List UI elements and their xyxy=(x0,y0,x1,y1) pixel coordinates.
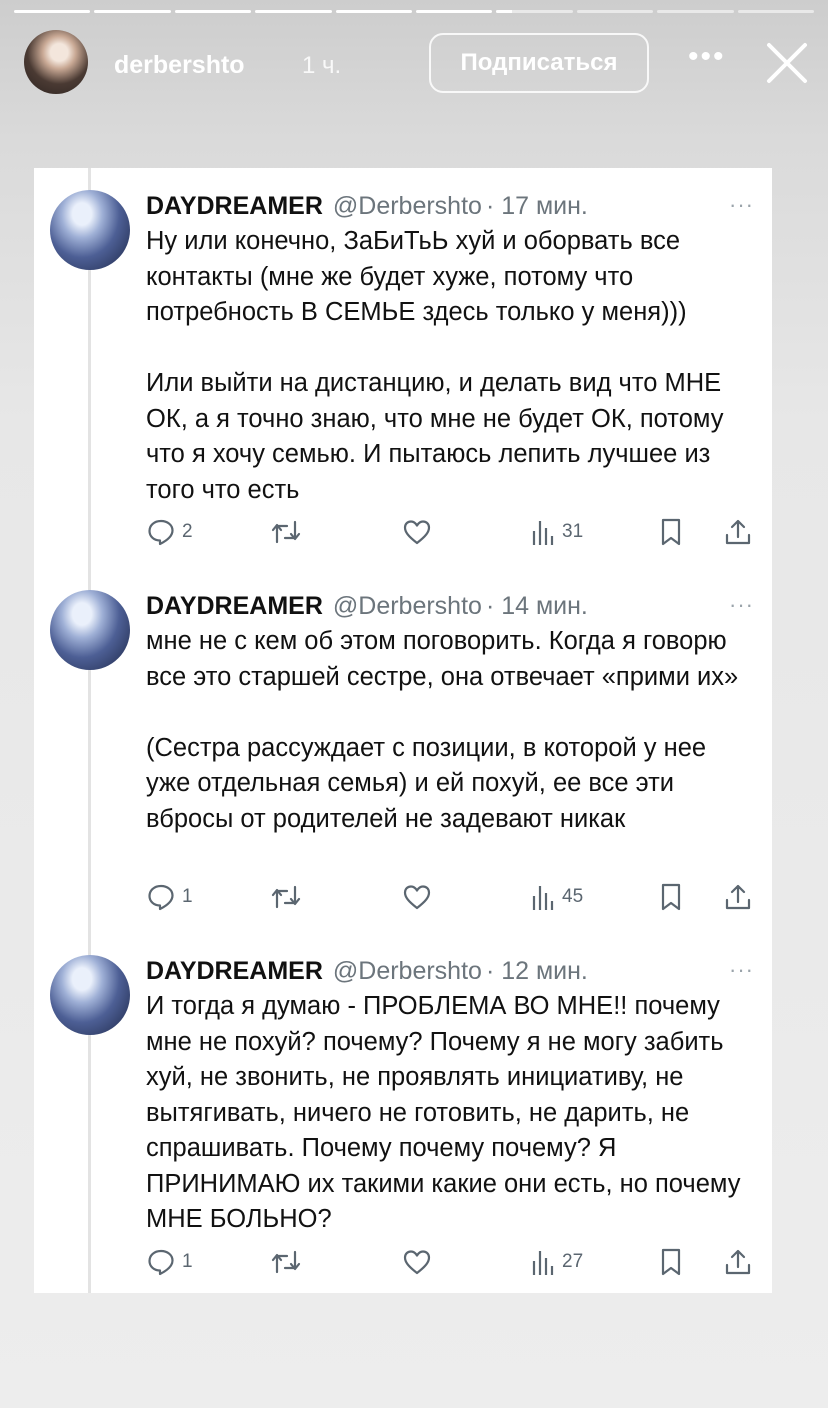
bar-chart-icon xyxy=(532,521,554,545)
reply-icon xyxy=(148,1249,174,1276)
thread-line xyxy=(88,168,91,1293)
story-time-ago: 1 ч. xyxy=(302,52,342,79)
retweet-icon xyxy=(271,520,301,544)
retweet-icon xyxy=(271,885,301,909)
tweet-time: · 12 мин. xyxy=(485,957,588,985)
views-count: 45 xyxy=(562,886,584,907)
bookmark-icon xyxy=(661,883,681,911)
story-progress-bar xyxy=(14,10,815,14)
bookmark-action xyxy=(658,516,684,548)
tweet-more-icon: ··· xyxy=(729,592,754,617)
tweet-handle: @Derbershto xyxy=(332,592,482,620)
like-action xyxy=(402,1246,432,1278)
tweet-text: И тогда я думаю - ПРОБЛЕМА ВО МНЕ!! поче… xyxy=(146,992,748,1233)
heart-icon xyxy=(403,885,431,910)
share-icon xyxy=(725,519,751,545)
tweet-handle: @Derbershto xyxy=(332,957,482,985)
tweet-text: Ну или конечно, ЗаБиТьЬ хуй и оборвать в… xyxy=(146,227,724,504)
reply-action: 1 xyxy=(146,881,193,913)
share-action xyxy=(724,881,752,913)
tweet-time: · 17 мин. xyxy=(485,192,588,220)
close-icon[interactable] xyxy=(764,40,810,86)
reply-action: 1 xyxy=(146,1246,193,1278)
bar-chart-icon xyxy=(532,1251,554,1275)
bookmark-icon xyxy=(661,1248,681,1276)
tweet-author-name: DAYDREAMER xyxy=(146,192,323,220)
retweet-action xyxy=(270,881,302,913)
progress-segment-fill xyxy=(255,10,332,13)
progress-segment xyxy=(576,10,654,13)
progress-segment-fill xyxy=(335,10,413,13)
tweet-author-name: DAYDREAMER xyxy=(146,592,323,620)
tweet-more-icon: ··· xyxy=(729,192,754,217)
tweet-header: DAYDREAMER @Derbershto · 17 мин. xyxy=(146,192,588,226)
share-icon xyxy=(725,1249,751,1275)
progress-segment xyxy=(657,10,734,13)
like-action xyxy=(402,881,432,913)
share-action xyxy=(724,516,752,548)
progress-segment-fill xyxy=(94,10,171,13)
progress-segment-fill xyxy=(496,10,512,13)
reply-count: 1 xyxy=(182,886,193,907)
reply-icon xyxy=(148,519,174,546)
progress-segment xyxy=(174,10,252,13)
reply-count: 1 xyxy=(182,1251,193,1272)
retweet-icon xyxy=(271,1250,301,1274)
share-action xyxy=(724,1246,752,1278)
progress-segment xyxy=(14,10,91,13)
tweet-header: DAYDREAMER @Derbershto · 12 мин. xyxy=(146,957,588,991)
tweet-author-name: DAYDREAMER xyxy=(146,957,323,985)
tweet-header: DAYDREAMER @Derbershto · 14 мин. xyxy=(146,592,588,626)
reply-count: 2 xyxy=(182,521,193,542)
tweet-actions: 1 45 xyxy=(146,881,758,913)
tweet-time: · 14 мин. xyxy=(485,592,588,620)
share-icon xyxy=(725,884,751,910)
tweet-handle: @Derbershto xyxy=(332,192,482,220)
story-header: derbershto 1 ч. Подписаться ••• xyxy=(24,28,810,98)
heart-icon xyxy=(403,520,431,545)
progress-segment xyxy=(335,10,413,13)
reply-icon xyxy=(148,884,174,911)
tweet-avatar xyxy=(50,190,130,270)
tweet-text: мне не с кем об этом поговорить. Когда я… xyxy=(146,627,739,833)
progress-segment xyxy=(737,10,815,13)
views-action: 27 xyxy=(530,1246,583,1278)
bookmark-icon xyxy=(661,518,681,546)
tweet-more-icon: ··· xyxy=(729,957,754,982)
reply-action: 2 xyxy=(146,516,193,548)
progress-segment xyxy=(94,10,171,13)
retweet-action xyxy=(270,516,302,548)
retweet-action xyxy=(270,1246,302,1278)
tweet-avatar xyxy=(50,590,130,670)
like-action xyxy=(402,516,432,548)
progress-segment-fill xyxy=(14,10,91,13)
progress-segment-fill xyxy=(416,10,493,13)
tweet-actions: 2 31 xyxy=(146,516,758,548)
progress-segment xyxy=(416,10,493,13)
views-count: 27 xyxy=(562,1251,584,1272)
bookmark-action xyxy=(658,1246,684,1278)
views-action: 31 xyxy=(530,516,583,548)
progress-segment xyxy=(496,10,573,13)
views-count: 31 xyxy=(562,521,584,542)
progress-segment-fill xyxy=(174,10,252,13)
progress-segment xyxy=(255,10,332,13)
more-options-icon[interactable]: ••• xyxy=(688,42,726,72)
views-action: 45 xyxy=(530,881,583,913)
tweet-actions: 1 27 xyxy=(146,1246,758,1278)
story-author-avatar[interactable] xyxy=(24,30,88,94)
bookmark-action xyxy=(658,881,684,913)
heart-icon xyxy=(403,1250,431,1275)
follow-button[interactable]: Подписаться xyxy=(429,33,649,93)
tweet-avatar xyxy=(50,955,130,1035)
story-username[interactable]: derbershto xyxy=(114,51,245,80)
bar-chart-icon xyxy=(532,886,554,910)
